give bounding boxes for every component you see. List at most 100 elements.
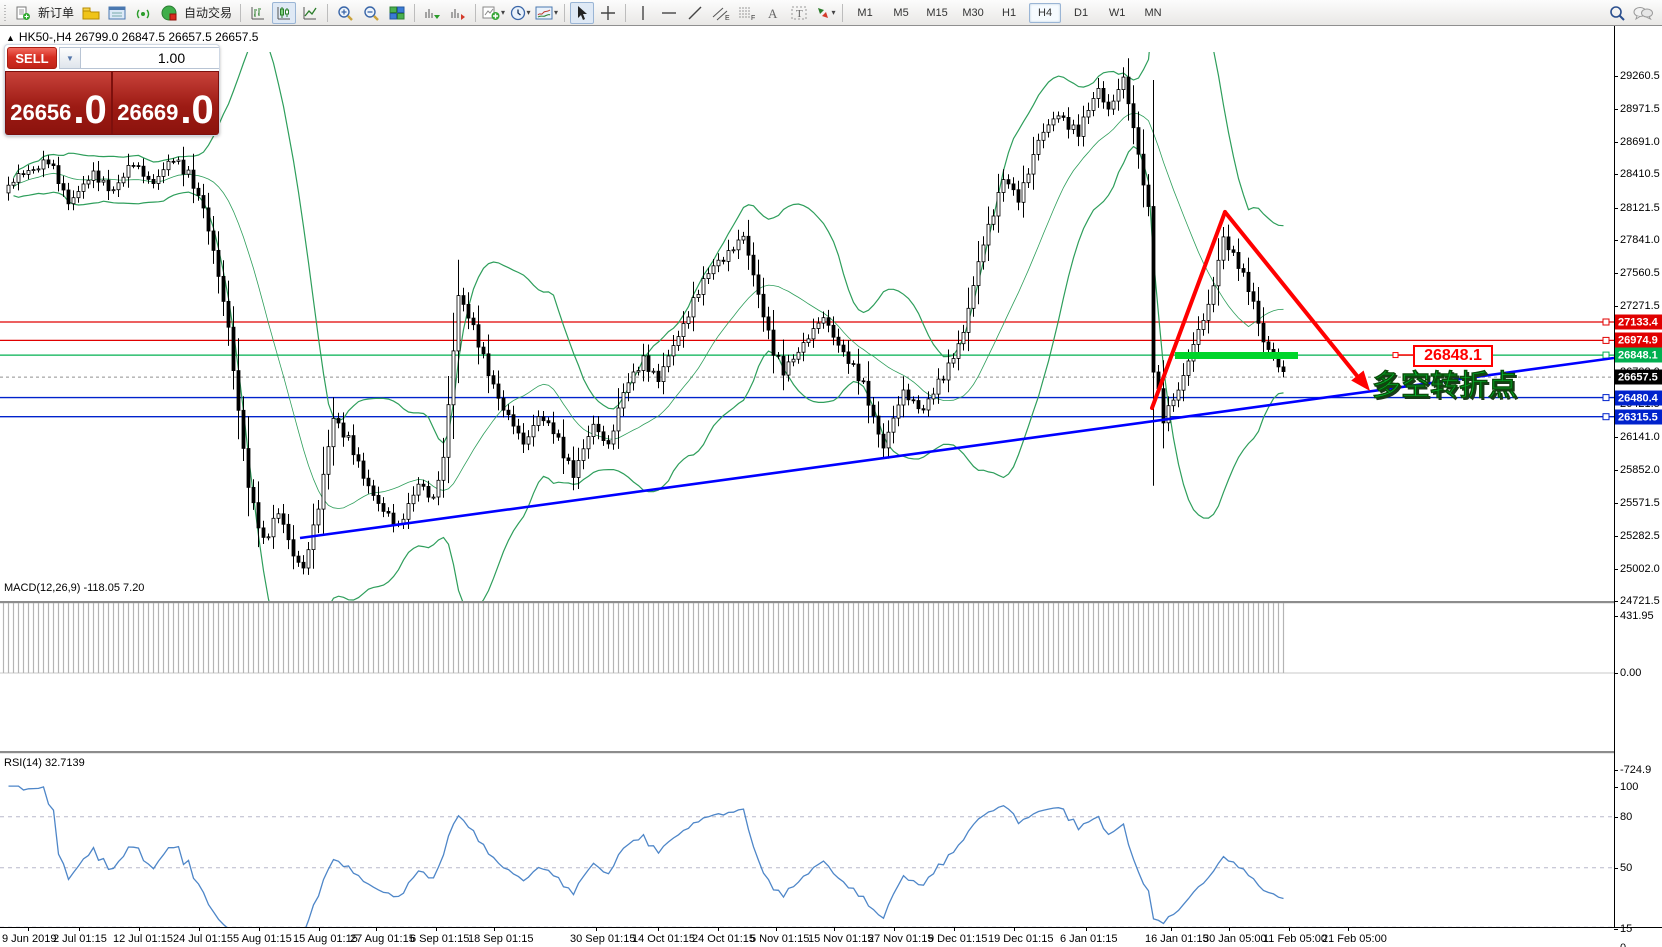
line-chart-type-icon[interactable] [298, 2, 322, 24]
cursor-icon[interactable] [570, 2, 594, 24]
price-tick: 26141.0 [1620, 431, 1660, 443]
price-tick: 25852.0 [1620, 464, 1660, 476]
text-tool-icon[interactable]: A [761, 2, 785, 24]
periods-icon[interactable]: ▾ [508, 2, 532, 24]
timeframe-M5[interactable]: M5 [885, 3, 917, 23]
fibonacci-tool-icon[interactable]: F [735, 2, 759, 24]
macd-label: MACD(12,26,9) -118.05 7.20 [4, 582, 144, 594]
timeframe-MN[interactable]: MN [1137, 3, 1169, 23]
timeframe-W1[interactable]: W1 [1101, 3, 1133, 23]
rsi-tick: 50 [1620, 862, 1632, 874]
time-tick: 14 Oct 01:15 [632, 933, 695, 945]
new-order-icon[interactable] [11, 2, 35, 24]
market-watch-icon[interactable] [105, 2, 129, 24]
time-tick: 11 Feb 05:00 [1263, 933, 1327, 945]
price-tick: 28121.5 [1620, 202, 1660, 214]
turning-point-annotation[interactable]: 多空转折点 [1372, 362, 1517, 404]
svg-text:F: F [751, 15, 755, 21]
time-tick: 5 Aug 01:15 [233, 933, 292, 945]
time-tick: 5 Nov 01:15 [750, 933, 809, 945]
auto-scroll-icon[interactable] [420, 2, 444, 24]
time-tick: 6 Sep 01:15 [410, 933, 469, 945]
price-marker: 26315.5 [1615, 410, 1662, 425]
rsi-line[interactable] [0, 780, 1614, 927]
arrows-tool-icon[interactable]: ▾ [813, 2, 837, 24]
macd-tick: 431.95 [1620, 610, 1654, 622]
new-order-button[interactable]: 新订单 [38, 4, 74, 21]
price-tick: 25571.5 [1620, 497, 1660, 509]
candlestick-type-icon[interactable] [272, 2, 296, 24]
tile-windows-icon[interactable] [385, 2, 409, 24]
time-tick: 27 Aug 01:15 [350, 933, 415, 945]
equidistant-channel-tool-icon[interactable]: E [709, 2, 733, 24]
macd-plot[interactable] [0, 603, 1614, 781]
volume-input[interactable] [81, 47, 220, 69]
toolbar-grip [2, 5, 8, 21]
price-tick: 27841.0 [1620, 234, 1660, 246]
timeframe-H1[interactable]: H1 [993, 3, 1025, 23]
chart-window[interactable]: 29260.528971.528691.028410.528121.527841… [0, 26, 1662, 947]
trendline-tool-icon[interactable] [683, 2, 707, 24]
collapse-arrow-icon[interactable]: ▲ [6, 33, 15, 43]
time-tick: 18 Sep 01:15 [468, 933, 533, 945]
panel-separator[interactable] [0, 751, 1614, 754]
symbol-header: ▲ HK50-,H4 26799.0 26847.5 26657.5 26657.… [6, 30, 258, 44]
time-tick: 24 Jul 01:15 [173, 933, 233, 945]
timeframe-H4[interactable]: H4 [1029, 3, 1061, 23]
volume-decrease-button[interactable]: ▼ [59, 47, 81, 69]
sell-price[interactable]: 26656 .0 [6, 72, 111, 134]
crosshair-icon[interactable] [596, 2, 620, 24]
rsi-tick: 100 [1620, 781, 1638, 793]
rsi-tick: 80 [1620, 811, 1632, 823]
main-price-plot[interactable] [0, 52, 1614, 606]
chart-profile-icon[interactable] [79, 2, 103, 24]
rsi-plot[interactable] [0, 780, 1614, 932]
auto-trading-icon[interactable] [157, 2, 181, 24]
time-tick: 30 Sep 01:15 [570, 933, 635, 945]
chat-icon[interactable] [1631, 2, 1655, 24]
text-label-tool-icon[interactable]: T [787, 2, 811, 24]
indicators-icon[interactable]: ▾ [481, 2, 506, 24]
time-tick: 21 Feb 05:00 [1322, 933, 1387, 945]
ohlc-values: 26799.0 26847.5 26657.5 26657.5 [75, 30, 259, 44]
time-axis-line [0, 927, 1662, 928]
timeframe-D1[interactable]: D1 [1065, 3, 1097, 23]
candlestick-chart[interactable] [0, 52, 1614, 601]
price-tick: 25002.0 [1620, 563, 1660, 575]
time-tick: 9 Jun 2019 [2, 933, 56, 945]
mt4-terminal: 新订单 自动交易 [0, 0, 1662, 947]
time-tick: 27 Nov 01:15 [868, 933, 933, 945]
time-tick: 15 Aug 01:15 [293, 933, 358, 945]
timeframe-M30[interactable]: M30 [957, 3, 989, 23]
timeframe-M15[interactable]: M15 [921, 3, 953, 23]
svg-text:A: A [768, 6, 778, 21]
time-tick: 12 Jul 01:15 [113, 933, 173, 945]
time-tick: 2 Jul 01:15 [53, 933, 107, 945]
price-tick: 24721.5 [1620, 595, 1660, 607]
chart-shift-icon[interactable] [446, 2, 470, 24]
signals-icon[interactable] [131, 2, 155, 24]
timeframe-bar: M1M5M15M30H1H4D1W1MN [847, 3, 1171, 23]
price-tick: 29260.5 [1620, 70, 1660, 82]
zoom-in-icon[interactable] [333, 2, 357, 24]
templates-icon[interactable]: ▾ [534, 2, 559, 24]
bar-chart-type-icon[interactable] [246, 2, 270, 24]
vertical-line-tool-icon[interactable] [631, 2, 655, 24]
time-tick: 24 Oct 01:15 [692, 933, 755, 945]
price-tick: 28410.5 [1620, 168, 1660, 180]
toolbar: 新订单 自动交易 [0, 0, 1662, 26]
search-icon[interactable] [1605, 2, 1629, 24]
horizontal-line-tool-icon[interactable] [657, 2, 681, 24]
zoom-out-icon[interactable] [359, 2, 383, 24]
price-marker: 26657.5 [1615, 370, 1662, 385]
sell-button[interactable]: SELL [7, 47, 57, 69]
rsi-tick: 0 [1620, 942, 1626, 947]
time-tick: 19 Dec 01:15 [988, 933, 1053, 945]
auto-trading-button[interactable]: 自动交易 [184, 4, 232, 21]
time-tick: 6 Jan 01:15 [1060, 933, 1118, 945]
price-marker: 27133.4 [1615, 315, 1662, 330]
buy-price[interactable]: 26669 .0 [113, 72, 218, 134]
timeframe-M1[interactable]: M1 [849, 3, 881, 23]
symbol-name: HK50-,H4 [19, 30, 72, 44]
macd-tick: -724.9 [1620, 764, 1651, 776]
